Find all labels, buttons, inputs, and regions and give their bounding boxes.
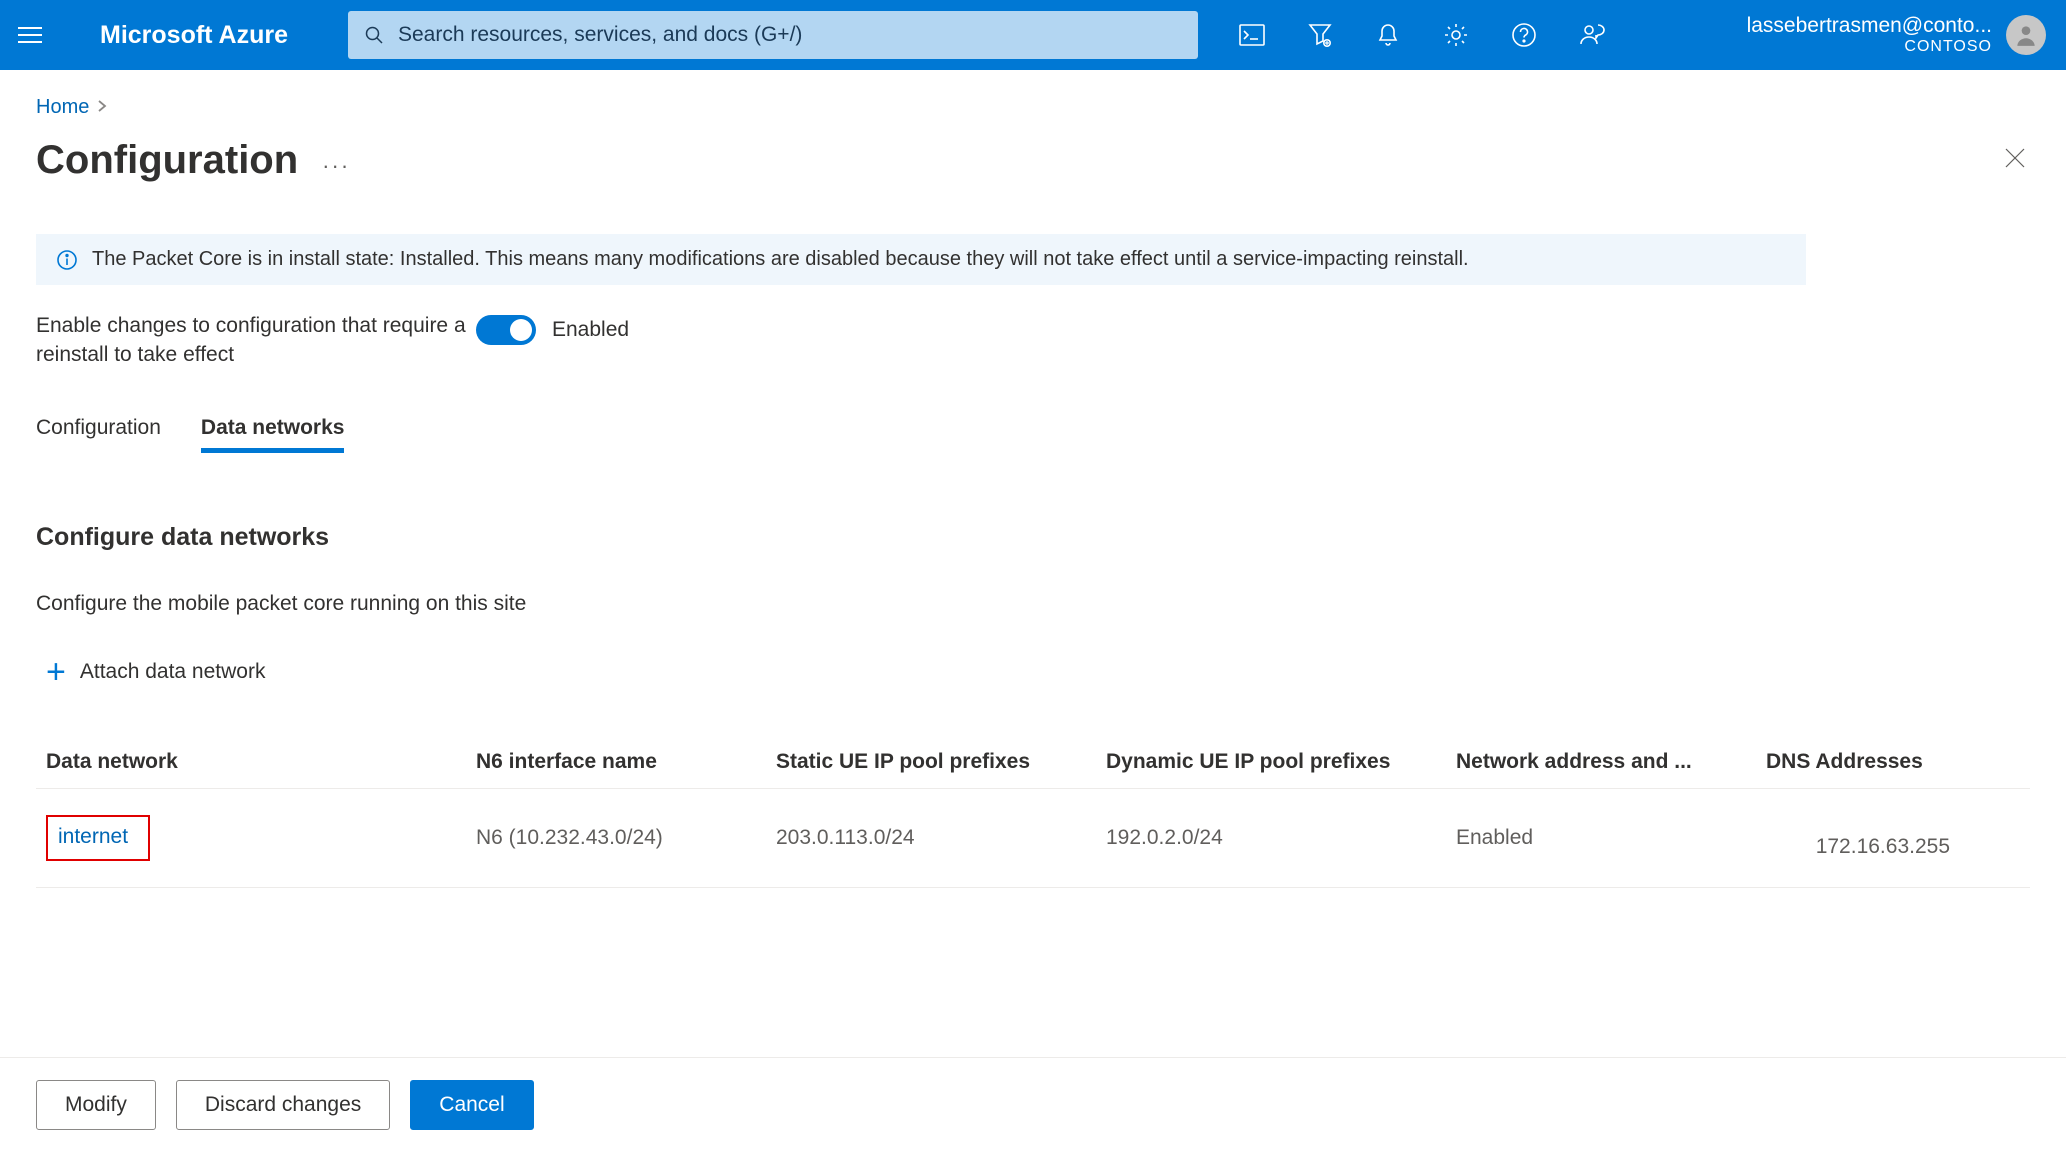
topbar-actions	[1238, 21, 1606, 49]
enable-changes-toggle[interactable]	[476, 315, 536, 345]
col-n6-interface[interactable]: N6 interface name	[476, 750, 776, 774]
col-nat[interactable]: Network address and ...	[1456, 750, 1766, 774]
feedback-icon[interactable]	[1578, 21, 1606, 49]
hamburger-menu-button[interactable]	[10, 15, 50, 55]
attach-data-network-label: Attach data network	[80, 660, 266, 684]
enable-changes-state: Enabled	[552, 315, 629, 344]
close-blade-button[interactable]	[1990, 137, 2040, 184]
cell-static-prefixes: 203.0.113.0/24	[776, 826, 1106, 850]
info-icon	[56, 249, 78, 271]
cell-n6: N6 (10.232.43.0/24)	[476, 826, 776, 850]
data-networks-table: Data network N6 interface name Static UE…	[36, 736, 2030, 888]
help-icon[interactable]	[1510, 21, 1538, 49]
attach-data-network-button[interactable]: + Attach data network	[36, 660, 265, 684]
info-banner: The Packet Core is in install state: Ins…	[36, 234, 1806, 285]
tab-bar: Configuration Data networks	[36, 416, 2030, 453]
col-data-network[interactable]: Data network	[46, 750, 476, 774]
directory-filter-icon[interactable]	[1306, 21, 1334, 49]
search-input[interactable]	[398, 23, 1182, 47]
brand-label[interactable]: Microsoft Azure	[100, 21, 288, 50]
cloud-shell-icon[interactable]	[1238, 21, 1266, 49]
more-actions-button[interactable]: ···	[322, 153, 350, 179]
title-bar: Configuration ···	[36, 137, 2030, 184]
enable-changes-label: Enable changes to configuration that req…	[36, 311, 476, 370]
cell-nat: Enabled	[1456, 826, 1766, 850]
col-dynamic-prefixes[interactable]: Dynamic UE IP pool prefixes	[1106, 750, 1456, 774]
avatar[interactable]	[2006, 15, 2046, 55]
cancel-button[interactable]: Cancel	[410, 1080, 533, 1130]
settings-gear-icon[interactable]	[1442, 21, 1470, 49]
section-subtext: Configure the mobile packet core running…	[36, 592, 2030, 616]
section-heading: Configure data networks	[36, 523, 2030, 552]
tenant-name: CONTOSO	[1747, 38, 1992, 56]
page-footer: Modify Discard changes Cancel	[0, 1057, 2066, 1152]
notifications-icon[interactable]	[1374, 21, 1402, 49]
discard-changes-button[interactable]: Discard changes	[176, 1080, 390, 1130]
global-search[interactable]	[348, 11, 1198, 59]
table-row: internet N6 (10.232.43.0/24) 203.0.113.0…	[36, 789, 2030, 888]
user-account-block[interactable]: lassebertrasmen@conto... CONTOSO	[1747, 14, 2056, 55]
enable-changes-row: Enable changes to configuration that req…	[36, 311, 2030, 370]
tab-configuration[interactable]: Configuration	[36, 416, 161, 453]
page-title: Configuration	[36, 138, 298, 183]
info-banner-text: The Packet Core is in install state: Ins…	[92, 248, 1469, 271]
plus-icon: +	[46, 662, 66, 682]
cell-dynamic-prefixes: 192.0.2.0/24	[1106, 826, 1456, 850]
page-content: Home Configuration ··· The Packet Core i…	[0, 70, 2066, 888]
search-icon	[364, 25, 384, 45]
cell-dns: 172.16.63.255	[1766, 835, 2020, 861]
user-email: lassebertrasmen@conto...	[1747, 14, 1992, 37]
col-dns[interactable]: DNS Addresses	[1766, 750, 2020, 774]
table-header: Data network N6 interface name Static UE…	[36, 736, 2030, 789]
chevron-right-icon	[97, 96, 107, 119]
tab-data-networks[interactable]: Data networks	[201, 416, 345, 453]
data-network-link[interactable]: internet	[46, 815, 150, 861]
col-static-prefixes[interactable]: Static UE IP pool prefixes	[776, 750, 1106, 774]
breadcrumb: Home	[36, 96, 2030, 119]
azure-topbar: Microsoft Azure lassebertrasmen@conto...…	[0, 0, 2066, 70]
breadcrumb-home[interactable]: Home	[36, 96, 89, 119]
modify-button[interactable]: Modify	[36, 1080, 156, 1130]
